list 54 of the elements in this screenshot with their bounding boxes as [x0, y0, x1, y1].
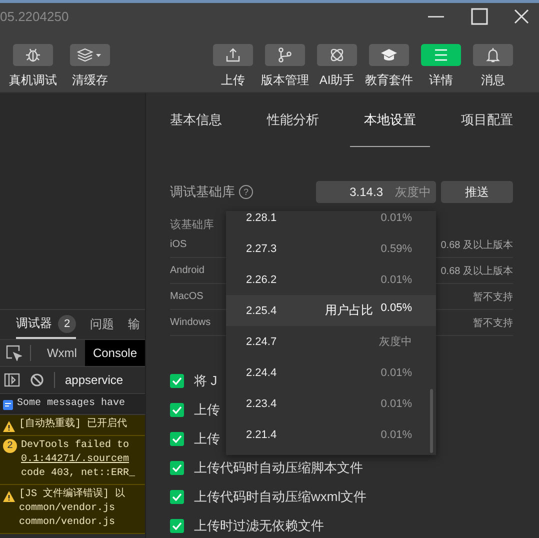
- console-message: Some messages have: [17, 397, 126, 411]
- console-message: code 403, net::ERR_: [21, 467, 136, 481]
- debugger-tab[interactable]: 问题: [90, 310, 114, 339]
- toolbar-label: 真机调试: [9, 72, 57, 89]
- console-message: 0.1:44271/.sourcem: [21, 453, 130, 467]
- checkbox-label: 上传代码时自动压缩wxml文件: [194, 488, 367, 506]
- settings-tab[interactable]: 基本信息: [156, 93, 236, 147]
- toolbar-label: 版本管理: [261, 72, 309, 89]
- version-option[interactable]: 2.27.3 0.59%: [226, 233, 436, 264]
- version-option[interactable]: 2.26.2 0.01%: [226, 264, 436, 295]
- debugger-tab[interactable]: 输: [128, 310, 140, 339]
- settings-tab[interactable]: 本地设置: [350, 93, 430, 147]
- checkbox-label: 上传: [194, 430, 220, 448]
- field-label: 调试基础库: [170, 183, 235, 201]
- console-message: [自动热重载] 已开启代: [19, 418, 128, 432]
- toolbar-label: 教育套件: [365, 72, 413, 89]
- version-select[interactable]: 3.14.3 灰度中: [316, 181, 436, 203]
- toolbar-label: 详情: [429, 72, 453, 89]
- console-message: common/vendor.js: [19, 502, 116, 516]
- platform-name: iOS: [170, 239, 187, 250]
- panel-tab[interactable]: Console: [84, 340, 145, 366]
- console-message: common/vendor.js: [19, 516, 116, 530]
- version-option[interactable]: 2.24.7 灰度中: [226, 326, 436, 357]
- console-message: DevTools failed to: [21, 439, 130, 453]
- version-option[interactable]: 2.24.4 0.01%: [226, 357, 436, 388]
- support-title: 该基础库: [170, 218, 214, 232]
- platform-name: Windows: [170, 317, 211, 328]
- platform-support: 暂不支持: [473, 316, 513, 330]
- platform-name: Android: [170, 265, 204, 276]
- toolbar-label: 清缓存: [72, 72, 108, 89]
- platform-support: 0.68 及以上版本: [440, 238, 513, 252]
- context-selector[interactable]: appservice: [65, 373, 124, 387]
- toolbar-label: 消息: [481, 72, 505, 89]
- panel-tab[interactable]: Wxml: [38, 340, 85, 366]
- platform-name: MacOS: [170, 291, 204, 302]
- help-icon[interactable]: ?: [239, 185, 253, 199]
- console-message: [JS 文件编译错误] 以: [19, 488, 126, 502]
- version-option[interactable]: 2.21.4 0.01%: [226, 419, 436, 450]
- settings-tab[interactable]: 性能分析: [253, 93, 333, 147]
- push-button[interactable]: 推送: [441, 181, 513, 203]
- checkbox-label: 上传: [194, 400, 220, 418]
- version-option[interactable]: 2.23.4 0.01%: [226, 388, 436, 419]
- checkbox-label: 上传代码时自动压缩脚本文件: [194, 458, 363, 476]
- toolbar-label: 上传: [221, 72, 245, 89]
- version-option[interactable]: 2.25.4 用户占比 0.05%: [226, 295, 436, 326]
- platform-support: 暂不支持: [473, 290, 513, 304]
- settings-tab[interactable]: 项目配置: [447, 93, 527, 147]
- version-option[interactable]: 2.28.1 0.01%: [226, 211, 436, 233]
- window-title: 05.2204250: [0, 9, 69, 24]
- platform-support: 0.68 及以上版本: [440, 264, 513, 278]
- checkbox-label: 将 J: [194, 372, 218, 390]
- checkbox-label: 上传时过滤无依赖文件: [194, 516, 324, 534]
- toolbar-label: AI助手: [319, 72, 355, 89]
- message-count: 2: [3, 439, 17, 453]
